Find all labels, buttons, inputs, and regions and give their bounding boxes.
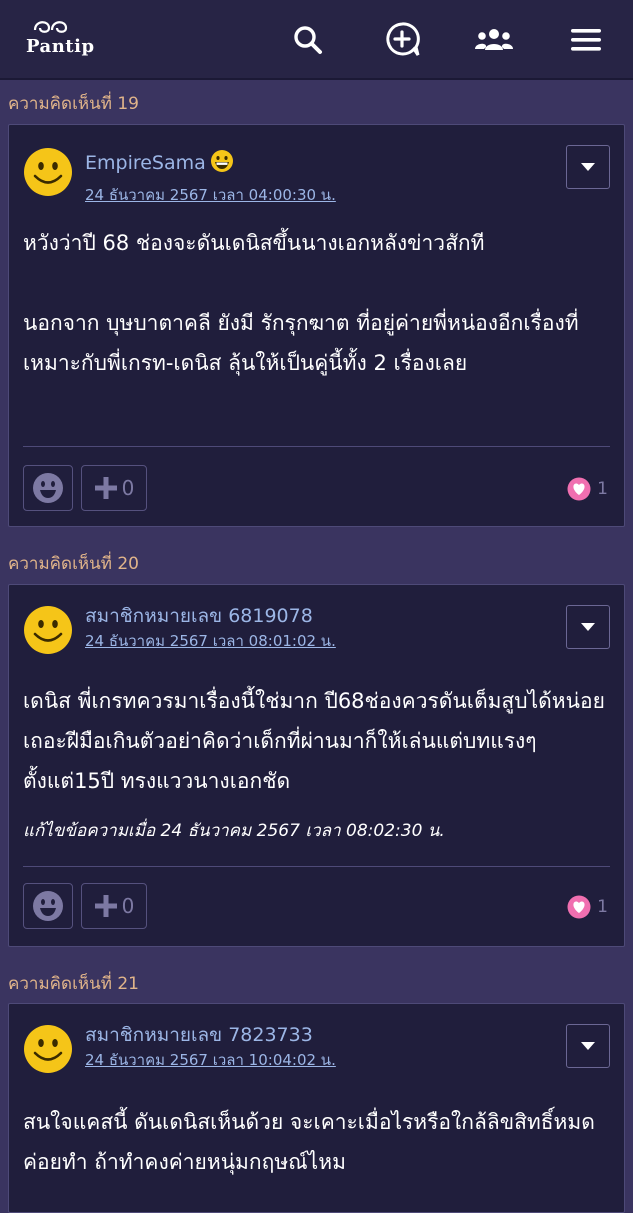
comment-number-label: ความคิดเห็นที่ 21 [8,974,139,994]
comment-body: สนใจแคสนี้ ดันเดนิสเห็นด้วย จะเคาะเมื่อไ… [23,1102,610,1182]
comment-body: เดนิส พี่เกรทควรมาเรื่องนี้ใช่มาก ปี68ช่… [23,681,610,801]
username-link[interactable]: สมาชิกหมายเลข 6819078 [85,601,313,631]
vote-plus-button[interactable]: 0 [81,883,147,929]
plus-icon [94,895,117,917]
top-navigation-bar: Pantip [0,0,633,80]
vote-count: 0 [121,894,135,918]
plus-icon [94,477,117,499]
grinning-emoji-icon [210,149,234,178]
comment-options-dropdown[interactable] [566,145,610,189]
username-link[interactable]: สมาชิกหมายเลข 7823733 [85,1020,313,1050]
comment-timestamp[interactable]: 24 ธันวาคม 2567 เวลา 04:00:30 น. [85,183,336,207]
search-icon [294,26,322,54]
new-topic-icon [386,22,420,56]
new-topic-button[interactable] [380,18,424,62]
comment-paragraph: หวังว่าปี 68 ช่องจะดันเดนิสขึ้นนางเอกหลั… [23,231,485,255]
reaction-summary[interactable]: 1 [567,895,608,919]
comment-card: EmpireSama 24 ธันวาคม 2567 เวลา 04:00:30… [8,124,625,527]
comment-timestamp[interactable]: 24 ธันวาคม 2567 เวลา 10:04:02 น. [85,1048,336,1072]
pantip-logo[interactable]: Pantip [24,14,104,64]
comment-card: สมาชิกหมายเลข 7823733 24 ธันวาคม 2567 เว… [8,1003,625,1213]
avatar[interactable] [23,147,73,197]
chevron-down-icon [581,1042,595,1050]
username-link[interactable]: EmpireSama [85,149,234,178]
comment-paragraph: นอกจาก บุษบาตาคลี ยังมี รักรุกฆาต ที่อยู… [23,311,579,375]
emotion-button[interactable] [23,883,73,929]
heart-icon [567,895,591,919]
avatar[interactable] [23,1024,73,1074]
heart-icon [567,477,591,501]
community-icon [475,29,513,50]
search-button[interactable] [286,18,330,62]
comment-body: หวังว่าปี 68 ช่องจะดันเดนิสขึ้นนางเอกหลั… [23,223,610,383]
comment-options-dropdown[interactable] [566,605,610,649]
vote-plus-button[interactable]: 0 [81,465,147,511]
reaction-count: 1 [597,479,608,499]
comment-number-label: ความคิดเห็นที่ 19 [8,94,139,114]
username-text: EmpireSama [85,152,206,174]
pantip-logo-mark-icon [33,21,68,33]
comment-paragraph: เดนิส พี่เกรทควรมาเรื่องนี้ใช่มาก ปี68ช่… [23,689,605,793]
comment-number-label: ความคิดเห็นที่ 20 [8,554,139,574]
divider [23,446,610,447]
community-button[interactable] [472,18,516,62]
emotion-button[interactable] [23,465,73,511]
menu-button[interactable] [564,18,608,62]
comment-paragraph: สนใจแคสนี้ ดันเดนิสเห็นด้วย จะเคาะเมื่อไ… [23,1110,595,1174]
logo-text: Pantip [26,36,95,57]
smiley-icon [33,473,63,503]
divider [23,866,610,867]
comment-card: สมาชิกหมายเลข 6819078 24 ธันวาคม 2567 เว… [8,584,625,947]
chevron-down-icon [581,163,595,171]
comment-options-dropdown[interactable] [566,1024,610,1068]
comment-timestamp[interactable]: 24 ธันวาคม 2567 เวลา 08:01:02 น. [85,629,336,653]
chevron-down-icon [581,623,595,631]
reaction-count: 1 [597,897,608,917]
reaction-summary[interactable]: 1 [567,477,608,501]
vote-count: 0 [121,476,135,500]
smiley-icon [33,891,63,921]
menu-icon [571,29,601,51]
avatar[interactable] [23,605,73,655]
edited-note: แก้ไขข้อความเมื่อ 24 ธันวาคม 2567 เวลา 0… [23,821,445,841]
